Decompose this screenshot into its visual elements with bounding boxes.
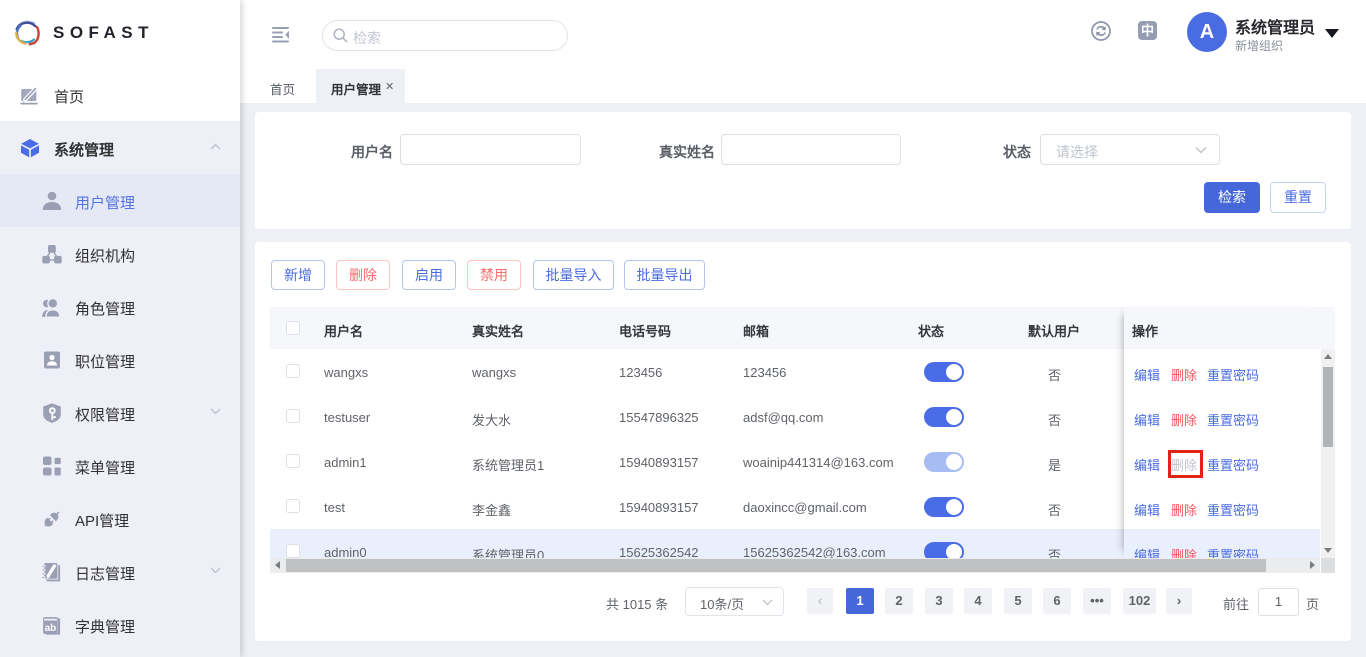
svg-text:ab: ab [45,623,57,634]
